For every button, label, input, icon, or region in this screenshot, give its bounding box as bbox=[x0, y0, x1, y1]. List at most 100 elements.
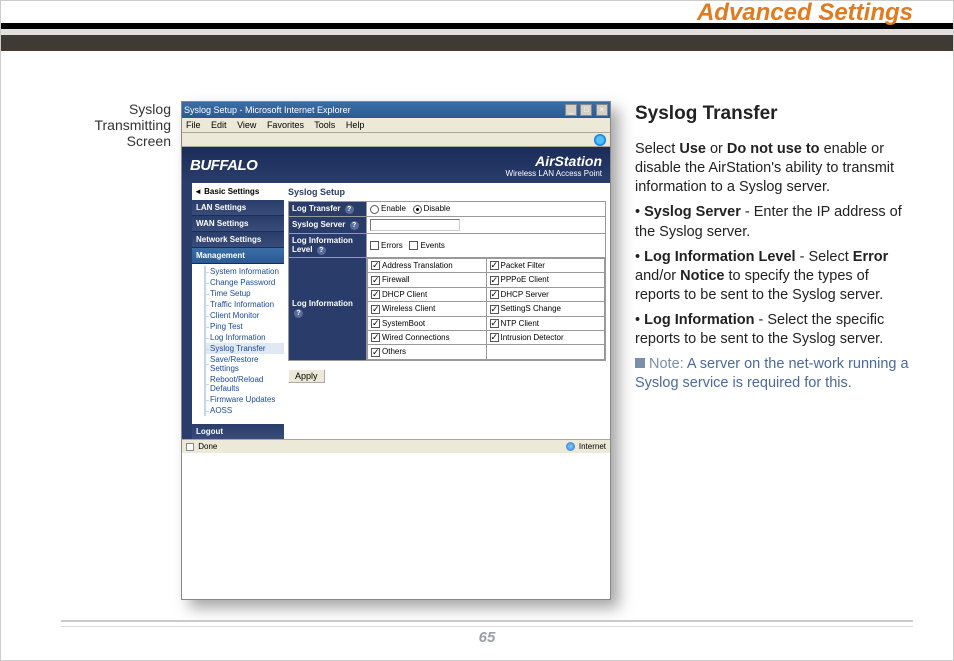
subnav-reboot-reload[interactable]: Reboot/Reload Defaults bbox=[204, 374, 284, 394]
note-paragraph: Note: A server on the net-work running a… bbox=[635, 355, 913, 393]
subnav-traffic-information[interactable]: Traffic Information bbox=[204, 299, 284, 310]
menu-bar: File Edit View Favorites Tools Help bbox=[182, 118, 610, 133]
errors-label: Errors bbox=[381, 241, 403, 250]
window-minimize-button[interactable]: _ bbox=[565, 104, 577, 116]
checkbox-settings-change[interactable] bbox=[490, 305, 499, 314]
disable-label: Disable bbox=[424, 204, 451, 213]
syslog-server-label: Syslog Server bbox=[292, 220, 345, 229]
document-icon bbox=[186, 443, 194, 451]
checkbox-packet-filter[interactable] bbox=[490, 261, 499, 270]
help-icon[interactable]: ? bbox=[294, 309, 303, 318]
subnav-syslog-transfer[interactable]: Syslog Transfer bbox=[204, 343, 284, 354]
subnav-firmware-updates[interactable]: Firmware Updates bbox=[204, 394, 284, 405]
menu-file[interactable]: File bbox=[186, 120, 201, 130]
menu-favorites[interactable]: Favorites bbox=[267, 120, 304, 130]
others-label: Others bbox=[382, 347, 406, 356]
body: Syslog Transmitting Screen Syslog Setup … bbox=[61, 101, 913, 600]
manual-page: Advanced Settings Syslog Transmitting Sc… bbox=[0, 0, 954, 661]
subnav-ping-test[interactable]: Ping Test bbox=[204, 321, 284, 332]
row-label-log-transfer: Log Transfer ? bbox=[289, 202, 367, 217]
subnav-client-monitor[interactable]: Client Monitor bbox=[204, 310, 284, 321]
status-zone: Internet bbox=[566, 442, 606, 451]
explanation-text: Syslog Transfer Select Use or Do not use… bbox=[611, 101, 913, 600]
checkbox-wired-connections[interactable] bbox=[371, 333, 380, 342]
bold-notice: Notice bbox=[680, 268, 724, 284]
intro-paragraph: Select Use or Do not use to enable or di… bbox=[635, 140, 913, 197]
packet-filter-label: Packet Filter bbox=[501, 261, 545, 270]
checkbox-errors[interactable] bbox=[370, 241, 379, 250]
help-icon[interactable]: ? bbox=[345, 205, 354, 214]
text: and/or bbox=[635, 268, 680, 284]
syslog-server-controls bbox=[367, 217, 606, 234]
product-subtitle: Wireless LAN Access Point bbox=[506, 169, 602, 178]
panel-heading: Syslog Setup bbox=[288, 187, 606, 197]
bullet-log-info-level: Log Information Level - Select Error and… bbox=[635, 248, 913, 305]
log-information-controls: Address Translation Packet Filter Firewa… bbox=[367, 258, 606, 361]
dhcp-client-label: DHCP Client bbox=[382, 290, 427, 299]
left-strip bbox=[182, 183, 192, 439]
subnav-time-setup[interactable]: Time Setup bbox=[204, 288, 284, 299]
checkbox-pppoe-client[interactable] bbox=[490, 276, 499, 285]
syslog-form: Log Transfer ? Enable Disable Sy bbox=[288, 201, 606, 361]
menu-edit[interactable]: Edit bbox=[211, 120, 227, 130]
menu-help[interactable]: Help bbox=[346, 120, 365, 130]
status-done: Done bbox=[186, 442, 217, 451]
section-title: Syslog Transfer bbox=[635, 101, 913, 126]
wired-conn-label: Wired Connections bbox=[382, 333, 450, 342]
bold-label: Syslog Server bbox=[644, 204, 741, 220]
checkbox-address-translation[interactable] bbox=[371, 261, 380, 270]
subnav-system-information[interactable]: System Information bbox=[204, 266, 284, 277]
settings-change-label: SettingS Change bbox=[501, 304, 562, 313]
nav-management[interactable]: Management bbox=[192, 248, 284, 264]
syslog-server-input[interactable] bbox=[370, 219, 460, 231]
log-info-level-controls: Errors Events bbox=[367, 234, 606, 258]
subnav-change-password[interactable]: Change Password bbox=[204, 277, 284, 288]
text: or bbox=[706, 141, 727, 157]
bold-do-not-use: Do not use to bbox=[727, 141, 820, 157]
log-transfer-label: Log Transfer bbox=[292, 204, 340, 213]
subnav-save-restore[interactable]: Save/Restore Settings bbox=[204, 354, 284, 374]
row-label-log-information: Log Information ? bbox=[289, 258, 367, 361]
page-footer: 65 bbox=[61, 620, 913, 646]
radio-disable[interactable] bbox=[413, 205, 422, 214]
basic-settings-link[interactable]: ◄ Basic Settings bbox=[192, 183, 284, 200]
log-transfer-controls: Enable Disable bbox=[367, 202, 606, 217]
window-title: Syslog Setup - Microsoft Internet Explor… bbox=[184, 105, 351, 115]
address-bar bbox=[182, 133, 610, 147]
status-bar: Done Internet bbox=[182, 439, 610, 453]
checkbox-system-boot[interactable] bbox=[371, 319, 380, 328]
intrusion-label: Intrusion Detector bbox=[501, 333, 564, 342]
caption-line: Screen bbox=[61, 133, 171, 149]
window-maximize-button[interactable]: □ bbox=[580, 104, 592, 116]
checkbox-wireless-client[interactable] bbox=[371, 305, 380, 314]
log-items-grid: Address Translation Packet Filter Firewa… bbox=[367, 258, 605, 360]
checkbox-ntp-client[interactable] bbox=[490, 319, 499, 328]
nav-network-settings[interactable]: Network Settings bbox=[192, 232, 284, 248]
ie-window: Syslog Setup - Microsoft Internet Explor… bbox=[181, 101, 611, 600]
subnav-log-information[interactable]: Log Information bbox=[204, 332, 284, 343]
checkbox-dhcp-server[interactable] bbox=[490, 290, 499, 299]
checkbox-events[interactable] bbox=[409, 241, 418, 250]
checkbox-others[interactable] bbox=[371, 348, 380, 357]
checkbox-firewall[interactable] bbox=[371, 276, 380, 285]
dhcp-server-label: DHCP Server bbox=[501, 290, 549, 299]
menu-view[interactable]: View bbox=[237, 120, 256, 130]
brand-logo: BUFFALO bbox=[190, 157, 257, 174]
logout-button[interactable]: Logout bbox=[192, 424, 284, 439]
window-buttons: _ □ × bbox=[564, 104, 608, 116]
apply-button[interactable]: Apply bbox=[288, 369, 325, 383]
checkbox-intrusion-detector[interactable] bbox=[490, 333, 499, 342]
management-submenu: System Information Change Password Time … bbox=[192, 264, 284, 418]
subnav-aoss[interactable]: AOSS bbox=[204, 405, 284, 416]
nav-wan-settings[interactable]: WAN Settings bbox=[192, 216, 284, 232]
help-icon[interactable]: ? bbox=[317, 246, 326, 255]
enable-label: Enable bbox=[381, 204, 406, 213]
nav-lan-settings[interactable]: LAN Settings bbox=[192, 200, 284, 216]
checkbox-dhcp-client[interactable] bbox=[371, 290, 380, 299]
bold-label: Log Information Level bbox=[644, 249, 795, 265]
menu-tools[interactable]: Tools bbox=[314, 120, 335, 130]
help-icon[interactable]: ? bbox=[350, 221, 359, 230]
radio-enable[interactable] bbox=[370, 205, 379, 214]
window-close-button[interactable]: × bbox=[596, 104, 608, 116]
ntp-client-label: NTP Client bbox=[501, 319, 540, 328]
